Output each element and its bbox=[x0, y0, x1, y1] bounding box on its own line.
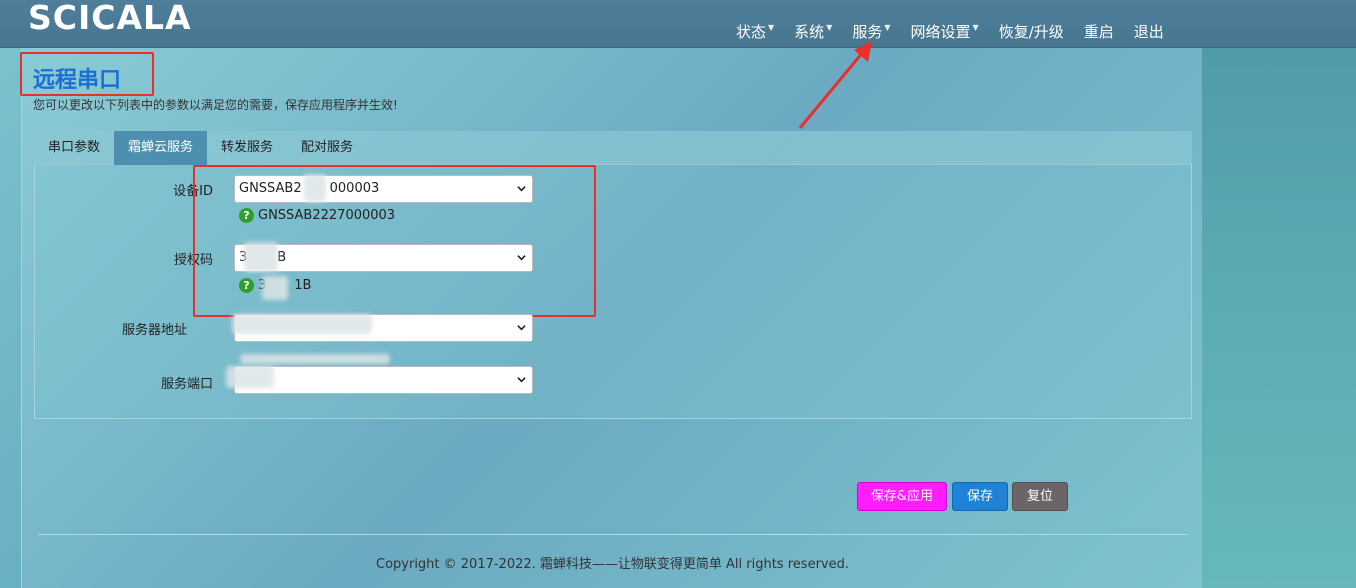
tab-forward-service[interactable]: 转发服务 bbox=[207, 131, 287, 165]
save-button[interactable]: 保存 bbox=[952, 482, 1008, 511]
nav-label: 状态 bbox=[736, 22, 767, 41]
annotation-arrow-icon bbox=[798, 41, 872, 129]
chevron-down-icon bbox=[517, 377, 526, 383]
nav-item-restore-upgrade[interactable]: 恢复/升级 bbox=[999, 21, 1064, 42]
annotation-box-form bbox=[193, 165, 596, 317]
tab-bar: 串口参数 霜蝉云服务 转发服务 配对服务 bbox=[34, 131, 1192, 165]
top-header: SCICALA 状态 ▼ 系统 ▼ 服务 ▼ 网络设置 ▼ 恢复/升级 重启 退出 bbox=[0, 0, 1356, 48]
nav-label: 退出 bbox=[1133, 22, 1164, 41]
reset-button[interactable]: 复位 bbox=[1012, 482, 1068, 511]
redaction-blur bbox=[240, 354, 390, 364]
chevron-down-icon bbox=[517, 325, 526, 331]
nav-label: 重启 bbox=[1083, 22, 1114, 41]
caret-down-icon: ▼ bbox=[826, 22, 833, 32]
redaction-blur bbox=[226, 366, 274, 388]
tab-serial-params[interactable]: 串口参数 bbox=[34, 131, 114, 165]
nav-label: 网络设置 bbox=[910, 22, 971, 41]
right-background-panel bbox=[1202, 48, 1356, 588]
tab-cloud-service[interactable]: 霜蝉云服务 bbox=[114, 131, 208, 165]
save-apply-button[interactable]: 保存&应用 bbox=[857, 482, 947, 511]
page-description: 您可以更改以下列表中的参数以满足您的需要，保存应用程序并生效! bbox=[33, 98, 398, 112]
tab-pairing-service[interactable]: 配对服务 bbox=[287, 131, 367, 165]
redaction-blur bbox=[232, 314, 372, 334]
caret-down-icon: ▼ bbox=[768, 22, 775, 32]
nav-item-reboot[interactable]: 重启 bbox=[1084, 21, 1114, 42]
server-address-label: 服务器地址 bbox=[121, 323, 187, 338]
main-content: 远程串口 您可以更改以下列表中的参数以满足您的需要，保存应用程序并生效! 串口参… bbox=[20, 48, 1202, 588]
annotation-box-title bbox=[20, 52, 154, 96]
footer-copyright: Copyright © 2017-2022. 霜蝉科技——让物联变得更简单 Al… bbox=[376, 557, 849, 572]
nav-label: 恢复/升级 bbox=[998, 22, 1064, 41]
server-port-select[interactable] bbox=[234, 366, 533, 394]
caret-down-icon: ▼ bbox=[972, 22, 979, 32]
caret-down-icon: ▼ bbox=[884, 22, 891, 32]
server-port-label: 服务端口 bbox=[160, 377, 213, 392]
footer-divider bbox=[38, 534, 1188, 535]
nav-item-logout[interactable]: 退出 bbox=[1134, 21, 1164, 42]
nav-item-network[interactable]: 网络设置 ▼ bbox=[911, 21, 979, 42]
nav-item-status[interactable]: 状态 ▼ bbox=[736, 21, 774, 42]
brand-logo: SCICALA bbox=[28, 0, 192, 37]
